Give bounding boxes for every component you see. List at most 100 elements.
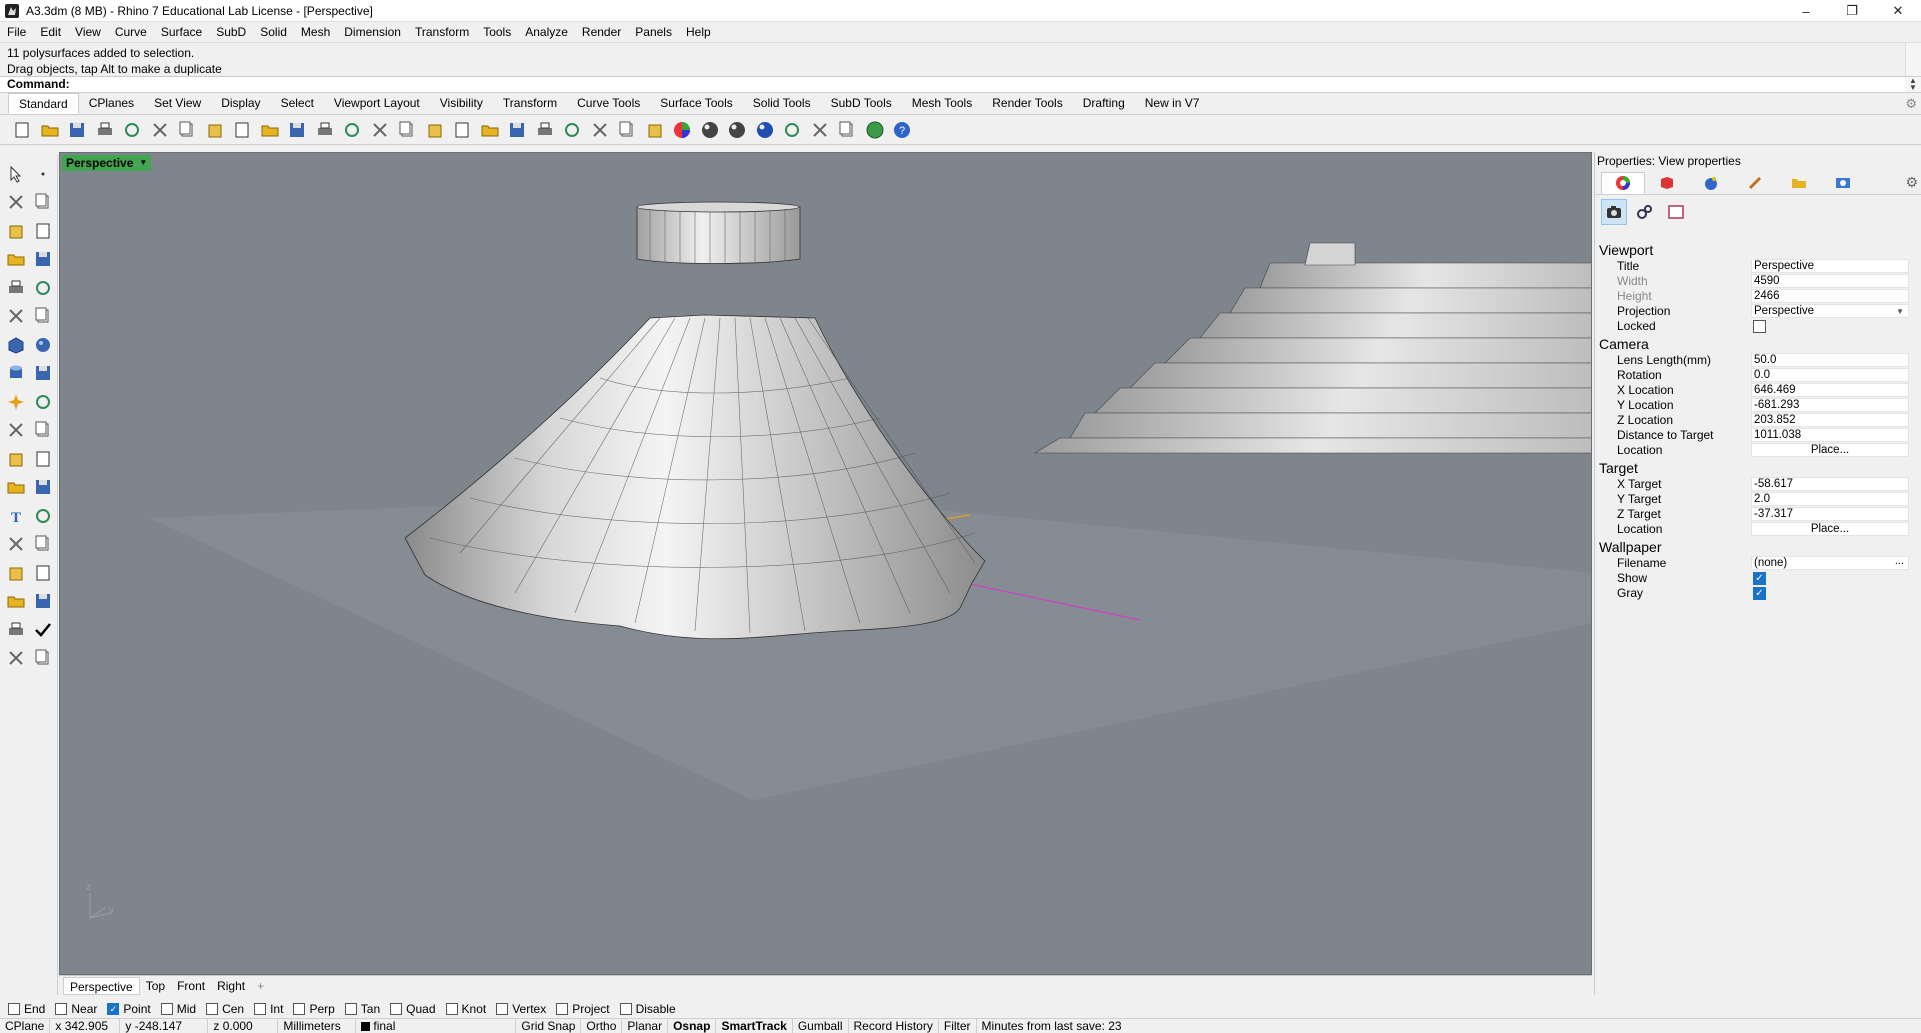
text-icon[interactable]: T xyxy=(4,503,29,528)
print-icon[interactable] xyxy=(93,118,117,142)
viewport-tab-right[interactable]: Right xyxy=(211,977,251,995)
array-icon[interactable] xyxy=(4,532,29,557)
prop-projection-select[interactable]: Perspective ▼ xyxy=(1751,304,1909,318)
rectangle-icon[interactable] xyxy=(31,247,56,272)
split-icon[interactable] xyxy=(31,418,56,443)
rotate-view-icon[interactable] xyxy=(423,118,447,142)
tab-display[interactable]: Display xyxy=(211,93,270,114)
surface-icon[interactable] xyxy=(4,304,29,329)
plugin-icon[interactable] xyxy=(4,617,29,642)
osnap-near[interactable]: Near xyxy=(55,1002,97,1016)
globe-icon[interactable] xyxy=(863,118,887,142)
ellipse-icon[interactable] xyxy=(31,218,56,243)
menu-curve[interactable]: Curve xyxy=(108,22,154,42)
menu-tools[interactable]: Tools xyxy=(476,22,518,42)
prop-distance-field[interactable]: 1011.038 xyxy=(1751,428,1909,442)
osnap-checkbox[interactable] xyxy=(160,1003,173,1015)
osnap-checkbox[interactable] xyxy=(8,1003,20,1015)
osnap-cen[interactable]: Cen xyxy=(206,1002,244,1016)
status-grid-snap[interactable]: Grid Snap xyxy=(516,1018,582,1033)
checkmark-icon[interactable] xyxy=(31,617,56,642)
paste-icon[interactable] xyxy=(203,118,227,142)
trim-icon[interactable] xyxy=(4,418,29,443)
osnap-mid[interactable]: Mid xyxy=(160,1002,196,1016)
zoom-selected-icon[interactable] xyxy=(395,118,419,142)
options-icon[interactable] xyxy=(835,118,859,142)
tab-display-icon[interactable] xyxy=(1821,172,1865,194)
menu-solid[interactable]: Solid xyxy=(253,22,294,42)
tab-viewport-layout[interactable]: Viewport Layout xyxy=(324,93,430,114)
tab-layers-folder-icon[interactable] xyxy=(1777,172,1821,194)
toolbar-settings-gear-icon[interactable]: ⚙ xyxy=(1905,96,1917,112)
layers-icon[interactable] xyxy=(643,118,667,142)
light-icon[interactable] xyxy=(588,118,612,142)
command-scroll-arrows[interactable]: ▲ ▼ xyxy=(1905,77,1921,92)
close-icon[interactable]: ✕ xyxy=(1875,0,1921,22)
new-file-icon[interactable] xyxy=(10,118,34,142)
tab-select[interactable]: Select xyxy=(271,93,324,114)
osnap-checkbox[interactable] xyxy=(254,1003,267,1015)
status-osnap[interactable]: Osnap xyxy=(668,1018,717,1033)
color-wheel-icon[interactable] xyxy=(670,118,694,142)
render-icon[interactable] xyxy=(4,646,29,671)
point-icon[interactable] xyxy=(31,161,56,186)
cylinder-icon[interactable] xyxy=(4,361,29,386)
car-icon[interactable] xyxy=(478,118,502,142)
perspective-viewport[interactable]: z y Perspective ▼ xyxy=(59,152,1592,975)
scale-icon[interactable] xyxy=(31,475,56,500)
points-icon[interactable] xyxy=(560,118,584,142)
tab-mesh-tools[interactable]: Mesh Tools xyxy=(902,93,982,114)
circle-icon[interactable] xyxy=(4,218,29,243)
osnap-checkbox[interactable]: ✓ xyxy=(107,1003,120,1015)
panel-settings-gear-icon[interactable]: ⚙ xyxy=(1905,174,1918,191)
grid-snap-icon[interactable] xyxy=(533,118,557,142)
viewport-tab-front[interactable]: Front xyxy=(171,977,211,995)
curve-icon[interactable] xyxy=(31,190,56,215)
osnap-disable[interactable]: Disable xyxy=(619,1002,676,1016)
mesh-icon[interactable] xyxy=(31,361,56,386)
tab-visibility[interactable]: Visibility xyxy=(430,93,493,114)
sphere-icon[interactable] xyxy=(31,332,56,357)
osnap-perp[interactable]: Perp xyxy=(293,1002,335,1016)
menu-transform[interactable]: Transform xyxy=(408,22,476,42)
osnap-tan[interactable]: Tan xyxy=(344,1002,380,1016)
osnap-checkbox[interactable] xyxy=(445,1003,458,1015)
tab-subd-tools[interactable]: SubD Tools xyxy=(821,93,902,114)
tab-set-view[interactable]: Set View xyxy=(144,93,211,114)
zoom-icon[interactable] xyxy=(313,118,337,142)
osnap-vertex[interactable]: Vertex xyxy=(496,1002,546,1016)
solid-edit-icon[interactable] xyxy=(4,560,29,585)
command-history-scrollbar[interactable] xyxy=(1905,43,1921,77)
prop-title-field[interactable]: Perspective xyxy=(1751,259,1909,273)
prop-xtarget-field[interactable]: -58.617 xyxy=(1751,477,1909,491)
render-icon[interactable] xyxy=(780,118,804,142)
arc-icon[interactable] xyxy=(4,247,29,272)
command-input[interactable]: Command: ▲ ▼ xyxy=(0,76,1921,93)
osnap-checkbox[interactable] xyxy=(496,1003,509,1015)
prop-filename-field[interactable]: (none)... xyxy=(1751,555,1909,570)
open-file-icon[interactable] xyxy=(38,118,62,142)
cut-icon[interactable] xyxy=(148,118,172,142)
tab-drafting[interactable]: Drafting xyxy=(1073,93,1135,114)
tab-environment-icon[interactable] xyxy=(1689,172,1733,194)
tab-surface-tools[interactable]: Surface Tools xyxy=(650,93,743,114)
prop-ytarget-field[interactable]: 2.0 xyxy=(1751,492,1909,506)
osnap-checkbox[interactable] xyxy=(344,1003,357,1015)
menu-render[interactable]: Render xyxy=(575,22,628,42)
camera-place-button[interactable]: Place... xyxy=(1751,443,1909,457)
tab-materials-icon[interactable] xyxy=(1645,172,1689,194)
undo-icon[interactable] xyxy=(230,118,254,142)
tab-transform[interactable]: Transform xyxy=(493,93,567,114)
zoom-extents-icon[interactable] xyxy=(368,118,392,142)
prop-lens-field[interactable]: 50.0 xyxy=(1751,353,1909,367)
menu-view[interactable]: View xyxy=(68,22,108,42)
tab-new-in-v7[interactable]: New in V7 xyxy=(1135,93,1210,114)
boolean-icon[interactable] xyxy=(31,389,56,414)
tab-cplanes[interactable]: CPlanes xyxy=(79,93,144,114)
osnap-int[interactable]: Int xyxy=(254,1002,283,1016)
osnap-point[interactable]: ✓ Point xyxy=(107,1002,151,1016)
import-icon[interactable] xyxy=(120,118,144,142)
tab-properties-color-wheel-icon[interactable] xyxy=(1601,171,1645,194)
gumball-icon[interactable] xyxy=(31,589,56,614)
copy-icon[interactable] xyxy=(175,118,199,142)
